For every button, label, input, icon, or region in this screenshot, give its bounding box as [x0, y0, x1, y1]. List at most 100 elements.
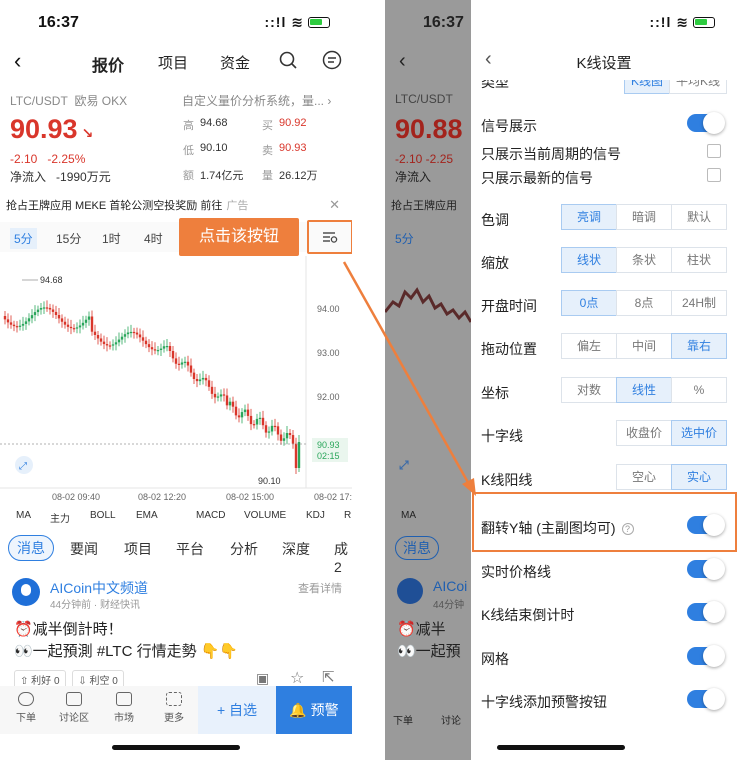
tab-quote[interactable]: 报价 — [92, 52, 124, 76]
zoom-bar[interactable]: 条状 — [616, 247, 672, 273]
candle-body — [138, 334, 142, 338]
realtime-line-toggle[interactable] — [687, 558, 725, 580]
only-latest-checkbox[interactable] — [707, 168, 721, 182]
close-icon[interactable]: ✕ — [329, 197, 340, 213]
period-1h[interactable]: 1时 — [102, 230, 121, 247]
period-5m[interactable]: 5分 — [10, 228, 37, 249]
stat-key: 高 — [183, 120, 194, 132]
candle-body — [186, 361, 190, 366]
type-kline[interactable]: K线图 — [623, 80, 670, 94]
grid-toggle[interactable] — [687, 645, 725, 667]
news-tab-platform[interactable]: 平台 — [176, 539, 204, 559]
candle-body — [114, 342, 118, 345]
candle-body — [84, 319, 88, 323]
news-tab-depth[interactable]: 深度 — [282, 539, 310, 559]
coord-percent[interactable]: % — [671, 377, 727, 403]
news-tab-projects[interactable]: 项目 — [124, 539, 152, 559]
tone-light[interactable]: 亮调 — [561, 204, 617, 230]
candle-body — [66, 324, 70, 327]
coord-log[interactable]: 对数 — [561, 377, 617, 403]
bottom-forum[interactable]: 讨论区 — [52, 692, 96, 724]
menu-icon[interactable] — [322, 50, 342, 70]
kline-settings-button[interactable] — [307, 220, 352, 254]
candle-body — [258, 417, 262, 420]
candle-body — [24, 321, 28, 324]
bottom-more[interactable]: 更多 — [152, 692, 196, 724]
indicator-volume[interactable]: VOLUME — [244, 510, 286, 521]
signal-toggle[interactable] — [687, 112, 725, 134]
news-tab-analysis[interactable]: 分析 — [230, 539, 258, 559]
star-icon[interactable]: ☆ — [290, 668, 304, 688]
candle-body — [111, 344, 115, 346]
view-detail-link[interactable]: 查看详情 — [298, 580, 342, 596]
open-8[interactable]: 8点 — [616, 290, 672, 316]
back-icon[interactable]: ‹ — [14, 48, 21, 74]
only-current-checkbox[interactable] — [707, 144, 721, 158]
zoom-column[interactable]: 柱状 — [671, 247, 727, 273]
indicator-r[interactable]: R — [344, 510, 351, 521]
custom-analysis-link[interactable]: 自定义量价分析系统，量... › — [182, 92, 350, 109]
expand-icon-glyph: ⤢ — [19, 461, 27, 472]
high-price-label: 94.68 — [40, 275, 63, 285]
pair-info: LTC/USDT 欧易 OKX — [10, 92, 127, 109]
tab-funds[interactable]: 资金 — [220, 52, 250, 73]
open-24h[interactable]: 24H制 — [671, 290, 727, 316]
period-15m[interactable]: 15分 — [56, 230, 81, 247]
indicator-bar: MA 主力 BOLL EMA MACD VOLUME KDJ R — [0, 510, 352, 526]
candle-body — [204, 377, 208, 381]
candle-body — [36, 309, 40, 313]
crosshair-selected[interactable]: 选中价 — [671, 420, 727, 446]
candle-body — [75, 327, 79, 329]
cross-alert-toggle[interactable] — [687, 688, 725, 710]
open-0[interactable]: 0点 — [561, 290, 617, 316]
yang-solid[interactable]: 实心 — [671, 464, 727, 490]
settings-list-icon — [323, 232, 338, 243]
drag-right[interactable]: 靠右 — [671, 333, 727, 359]
share-image-icon[interactable]: ▣ — [256, 670, 269, 687]
stat-value: 26.12万 — [279, 170, 318, 182]
candle-body — [180, 362, 184, 365]
indicator-ema[interactable]: EMA — [136, 510, 158, 521]
candle-body — [120, 336, 124, 340]
search-icon[interactable] — [278, 50, 298, 70]
candle-body — [168, 346, 172, 351]
news-tab-messages[interactable]: 消息 — [8, 535, 54, 561]
type-avg-kline[interactable]: 平均K线 — [668, 80, 727, 94]
drag-left[interactable]: 偏左 — [561, 333, 617, 359]
candle-body — [96, 334, 100, 339]
candle-body — [276, 426, 280, 435]
candle-body — [297, 442, 301, 468]
crosshair-close[interactable]: 收盘价 — [616, 420, 672, 446]
wifi-icon: ≋ — [291, 14, 304, 30]
news-tab-headlines[interactable]: 要闻 — [70, 539, 98, 559]
candle-body — [45, 307, 49, 309]
indicator-boll[interactable]: BOLL — [90, 510, 116, 521]
indicator-ma[interactable]: MA — [16, 510, 31, 521]
ad-banner[interactable]: 抢占王牌应用 MEKE 首轮公测空投奖励 前往 广告 ✕ — [6, 197, 346, 213]
bottom-order[interactable]: 下单 — [4, 692, 48, 724]
post-author[interactable]: AICoin中文频道 — [50, 578, 148, 598]
countdown-toggle[interactable] — [687, 601, 725, 623]
news-tab-more[interactable]: 成2 — [334, 539, 352, 575]
setting-label: 只展示最新的信号 — [481, 170, 593, 186]
indicator-main[interactable]: 主力 — [50, 510, 70, 525]
bottom-market[interactable]: 市场 — [102, 692, 146, 724]
add-watchlist-button[interactable]: + 自选 — [198, 686, 276, 734]
candle-body — [102, 341, 106, 345]
indicator-kdj[interactable]: KDJ — [306, 510, 325, 521]
period-4h[interactable]: 4时 — [144, 230, 163, 247]
drag-center[interactable]: 中间 — [616, 333, 672, 359]
candle-body — [156, 350, 160, 352]
indicator-macd[interactable]: MACD — [196, 510, 225, 521]
alert-button[interactable]: 🔔 预警 — [276, 686, 352, 734]
yang-hollow[interactable]: 空心 — [616, 464, 672, 490]
net-inflow-label: 净流入 — [10, 170, 47, 184]
tab-project[interactable]: 项目 — [158, 52, 188, 73]
coord-linear[interactable]: 线性 — [616, 377, 672, 403]
flow-dim: 净流入 — [395, 170, 432, 184]
share-icon[interactable]: ⇱ — [322, 668, 335, 686]
tone-default[interactable]: 默认 — [671, 204, 727, 230]
tone-dark[interactable]: 暗调 — [616, 204, 672, 230]
kline-chart[interactable]: 94.68 90.10 94.00 93.00 92.00 90.9302:15 08-02… — [0, 256, 352, 506]
zoom-line[interactable]: 线状 — [561, 247, 617, 273]
